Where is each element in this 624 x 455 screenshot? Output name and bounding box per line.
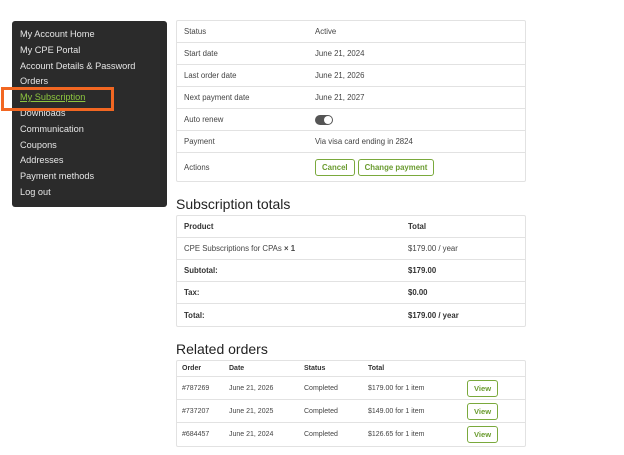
sidebar-item-communication[interactable]: Communication (12, 122, 167, 138)
last-order-date-label: Last order date (184, 71, 237, 80)
subtotal-label: Subtotal: (184, 266, 218, 275)
line-item-total: $179.00 / year (408, 244, 458, 253)
tax-row: Tax: $0.00 (177, 282, 525, 304)
related-orders-table: Order Date Status Total #787269 June 21,… (176, 360, 526, 447)
table-row: #684457 June 21, 2024 Completed $126.65 … (177, 423, 525, 446)
line-item-qty: × 1 (283, 244, 296, 253)
sidebar-item-coupons[interactable]: Coupons (12, 138, 167, 154)
order-total: $149.00 for 1 item (368, 407, 425, 415)
product-header: Product (184, 222, 214, 231)
next-payment-date-row: Next payment date June 21, 2027 (177, 87, 525, 109)
tax-value: $0.00 (408, 288, 428, 297)
tax-label: Tax: (184, 288, 200, 297)
sidebar-item-orders[interactable]: Orders (12, 74, 167, 90)
account-nav-list: My Account Home My CPE Portal Account De… (12, 27, 167, 201)
actions-row: Actions Cancel Change payment (177, 153, 525, 181)
order-status: Completed (304, 407, 338, 415)
line-item-row: CPE Subscriptions for CPAs × 1 $179.00 /… (177, 238, 525, 260)
order-date: June 21, 2025 (229, 407, 274, 415)
sidebar-item-downloads[interactable]: Downloads (12, 106, 167, 122)
subscription-details-table: Status Active Start date June 21, 2024 L… (176, 20, 526, 182)
view-order-button[interactable]: View (467, 379, 499, 397)
sidebar-item-account-details[interactable]: Account Details & Password (12, 59, 167, 75)
order-total: $126.65 for 1 item (368, 431, 425, 438)
table-row: #787269 June 21, 2026 Completed $179.00 … (177, 377, 525, 400)
order-date: June 21, 2026 (229, 384, 274, 392)
total-header: Total (368, 365, 385, 372)
sidebar-item-my-cpe-portal[interactable]: My CPE Portal (12, 43, 167, 59)
order-number[interactable]: #684457 (177, 431, 229, 438)
grand-total-label: Total: (184, 310, 205, 320)
sidebar-item-payment-methods[interactable]: Payment methods (12, 169, 167, 185)
change-payment-button[interactable]: Change payment (357, 158, 435, 176)
order-number[interactable]: #787269 (177, 385, 229, 392)
status-label: Status (184, 27, 207, 36)
last-order-date-row: Last order date June 21, 2026 (177, 65, 525, 87)
auto-renew-row: Auto renew (177, 109, 525, 131)
subtotal-row: Subtotal: $179.00 (177, 260, 525, 282)
order-header: Order (182, 365, 202, 372)
last-order-date-value: June 21, 2026 (315, 71, 365, 80)
order-number[interactable]: #737207 (177, 408, 229, 415)
status-header: Status (304, 365, 326, 372)
order-total: $179.00 for 1 item (368, 384, 425, 392)
payment-row: Payment Via visa card ending in 2824 (177, 131, 525, 153)
view-order-button[interactable]: View (467, 402, 499, 420)
next-payment-date-value: June 21, 2027 (315, 93, 365, 102)
table-row: #737207 June 21, 2025 Completed $149.00 … (177, 400, 525, 423)
line-item-name: CPE Subscriptions for CPAs (184, 244, 282, 253)
subscription-main: Status Active Start date June 21, 2024 L… (176, 20, 526, 447)
auto-renew-toggle[interactable] (315, 114, 333, 125)
grand-total-value: $179.00 / year (408, 310, 459, 320)
start-date-value: June 21, 2024 (315, 49, 365, 58)
subscription-totals-table: Product Total CPE Subscriptions for CPAs… (176, 215, 526, 327)
status-row: Status Active (177, 21, 525, 43)
sidebar-item-log-out[interactable]: Log out (12, 185, 167, 201)
orders-header-row: Order Date Status Total (177, 361, 525, 377)
start-date-label: Start date (184, 49, 218, 58)
payment-value: Via visa card ending in 2824 (315, 137, 413, 146)
order-status: Completed (304, 431, 338, 438)
view-order-button[interactable]: View (467, 426, 499, 443)
auto-renew-label: Auto renew (184, 115, 224, 124)
grand-total-row: Total: $179.00 / year (177, 304, 525, 326)
sidebar-item-addresses[interactable]: Addresses (12, 153, 167, 169)
related-orders-heading: Related orders (176, 341, 268, 357)
subscription-totals-heading: Subscription totals (176, 196, 291, 212)
date-header: Date (229, 365, 245, 372)
sidebar-item-my-account-home[interactable]: My Account Home (12, 27, 167, 43)
cancel-button[interactable]: Cancel (315, 158, 355, 176)
status-value: Active (315, 27, 337, 36)
totals-header-row: Product Total (177, 216, 525, 238)
account-sidebar: My Account Home My CPE Portal Account De… (12, 21, 167, 207)
order-status: Completed (304, 384, 338, 392)
actions-label: Actions (184, 162, 210, 172)
order-date: June 21, 2024 (229, 431, 274, 438)
start-date-row: Start date June 21, 2024 (177, 43, 525, 65)
subtotal-value: $179.00 (408, 266, 437, 275)
next-payment-date-label: Next payment date (184, 93, 250, 102)
sidebar-item-my-subscription[interactable]: My Subscription (12, 90, 167, 106)
total-header: Total (408, 222, 427, 231)
toggle-knob (324, 115, 332, 124)
payment-label: Payment (184, 137, 215, 146)
